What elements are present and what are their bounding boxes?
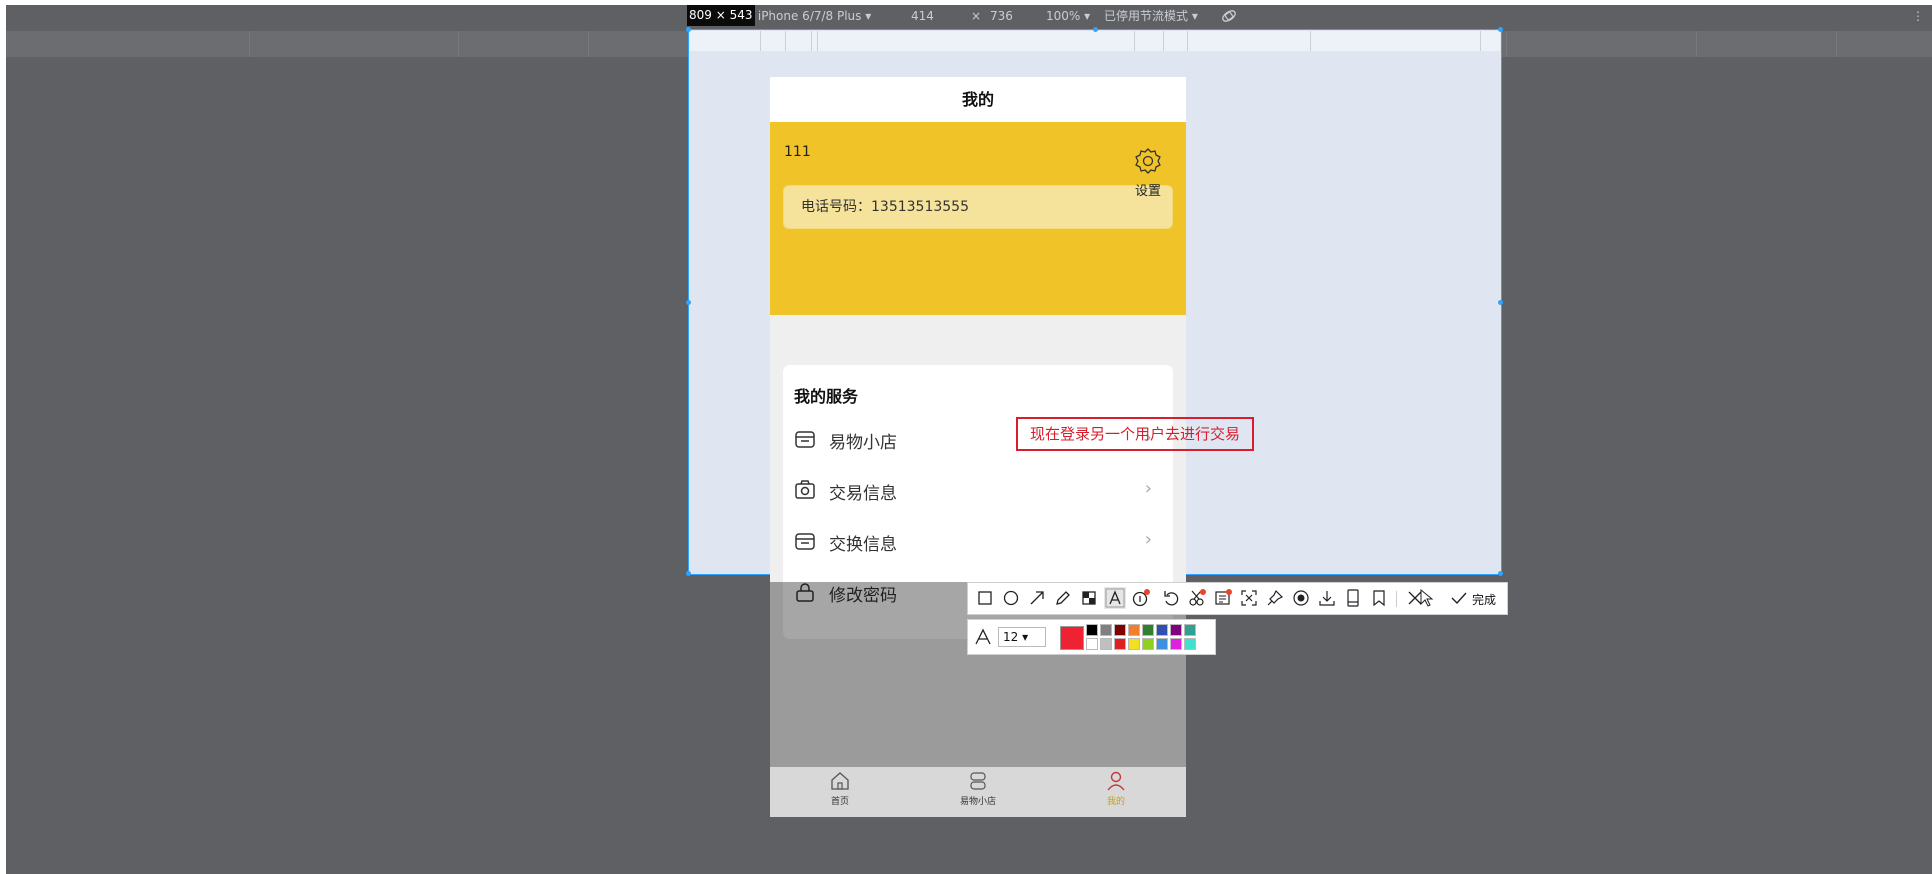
selection-ruler — [690, 31, 1500, 51]
selection-size-badge: 809 × 543 — [687, 5, 755, 26]
camera-icon — [795, 480, 815, 499]
rectangle-icon[interactable] — [974, 587, 996, 609]
bookmark-icon[interactable] — [1368, 587, 1390, 609]
shop-icon — [795, 533, 815, 550]
service-item-exchange-info[interactable]: 交换信息 › — [794, 524, 1164, 560]
color-swatch[interactable] — [1184, 624, 1196, 636]
username: 111 — [784, 144, 811, 160]
color-swatch[interactable] — [1100, 638, 1112, 650]
home-icon — [831, 772, 849, 790]
page-title: 我的 — [770, 77, 1186, 122]
done-button-label[interactable]: 完成 — [1472, 591, 1496, 608]
services-title: 我的服务 — [794, 387, 859, 406]
browser-devtools-viewport: 尺寸: iPhone 6/7/8 Plus ▾ 414 × 736 100% ▾… — [6, 5, 1932, 874]
text-format-bar: 12 ▾ — [967, 619, 1216, 655]
settings-button[interactable]: 设置 — [1130, 146, 1166, 199]
color-swatch[interactable] — [1170, 624, 1182, 636]
mosaic-icon[interactable] — [1078, 587, 1100, 609]
service-item-trade-info[interactable]: 交易信息 › — [794, 473, 1164, 509]
exchange-icon — [970, 772, 986, 790]
phone-card: 电话号码：13513513555 — [783, 185, 1173, 229]
color-swatch[interactable] — [1086, 624, 1098, 636]
rotate-icon[interactable] — [1220, 8, 1238, 24]
zoom-select[interactable]: 100% ▾ — [1046, 5, 1090, 27]
text-icon[interactable] — [1104, 587, 1126, 609]
record-icon[interactable] — [1290, 587, 1312, 609]
ocr-icon[interactable] — [1212, 587, 1234, 609]
device-toolbar: 尺寸: iPhone 6/7/8 Plus ▾ 414 × 736 100% ▾… — [6, 5, 1932, 27]
pin-icon[interactable] — [1264, 587, 1286, 609]
ellipse-icon[interactable] — [1000, 587, 1022, 609]
color-swatch[interactable] — [1086, 638, 1098, 650]
capture-toolbar: 完成 — [967, 582, 1508, 615]
tab-shop[interactable]: 易物小店 — [928, 771, 1028, 807]
current-color-swatch[interactable] — [1060, 626, 1084, 650]
download-icon[interactable] — [1316, 587, 1338, 609]
tab-bar: 首页 易物小店 我的 — [770, 767, 1186, 817]
color-swatch[interactable] — [1170, 638, 1182, 650]
resize-handle[interactable] — [686, 571, 691, 576]
color-swatch[interactable] — [1156, 624, 1168, 636]
phone-number: 电话号码：13513513555 — [801, 199, 969, 215]
tab-label: 首页 — [830, 797, 849, 807]
color-swatch[interactable] — [1156, 638, 1168, 650]
tab-mine[interactable]: 我的 — [1066, 771, 1166, 807]
color-swatch[interactable] — [1128, 638, 1140, 650]
color-swatch[interactable] — [1142, 624, 1154, 636]
long-screenshot-icon[interactable] — [1342, 587, 1364, 609]
tab-home[interactable]: 首页 — [790, 771, 890, 807]
more-options-icon[interactable]: ⋮ — [1912, 5, 1924, 27]
color-swatch[interactable] — [1128, 624, 1140, 636]
undo-icon[interactable] — [1160, 587, 1182, 609]
user-icon — [1107, 771, 1125, 791]
cursor-icon — [1420, 588, 1434, 607]
gear-icon — [1135, 148, 1161, 174]
color-swatch[interactable] — [1114, 624, 1126, 636]
tab-label: 我的 — [1106, 797, 1125, 807]
color-swatch[interactable] — [1114, 638, 1126, 650]
tab-label: 易物小店 — [959, 797, 996, 807]
scroll-capture-icon[interactable] — [1238, 587, 1260, 609]
toolbar-divider — [1396, 591, 1397, 607]
color-swatch[interactable] — [1184, 638, 1196, 650]
number-icon[interactable] — [1130, 587, 1152, 609]
cutout-icon[interactable] — [1186, 587, 1208, 609]
pencil-icon[interactable] — [1052, 587, 1074, 609]
throttle-select[interactable]: 已停用节流模式 ▾ — [1104, 5, 1198, 27]
color-palette — [1086, 624, 1206, 652]
resize-handle[interactable] — [686, 27, 691, 32]
resize-handle[interactable] — [1093, 27, 1098, 32]
resize-handle[interactable] — [1498, 300, 1503, 305]
height-field[interactable]: 736 — [990, 5, 1013, 27]
resize-handle[interactable] — [1498, 571, 1503, 576]
color-swatch[interactable] — [1100, 624, 1112, 636]
done-check-icon[interactable] — [1448, 587, 1470, 609]
color-swatch[interactable] — [1142, 638, 1154, 650]
annotation-text-box[interactable]: 现在登录另一个用户去进行交易 — [1016, 417, 1254, 451]
chevron-right-icon: › — [1144, 478, 1152, 499]
resize-handle[interactable] — [686, 300, 691, 305]
service-label: 交换信息 — [829, 535, 897, 555]
resize-handle[interactable] — [1498, 27, 1503, 32]
font-size-select[interactable]: 12 ▾ — [998, 627, 1046, 647]
service-label: 交易信息 — [829, 484, 897, 504]
width-field[interactable]: 414 — [911, 5, 934, 27]
settings-label: 设置 — [1134, 184, 1161, 199]
service-label: 易物小店 — [829, 433, 897, 453]
profile-banner: 111 电话号码：13513513555 设置 — [770, 122, 1186, 315]
dimension-separator: × — [971, 9, 982, 23]
font-icon — [975, 628, 991, 645]
shop-icon — [795, 431, 815, 448]
chevron-right-icon: › — [1144, 529, 1152, 550]
arrow-icon[interactable] — [1026, 587, 1048, 609]
